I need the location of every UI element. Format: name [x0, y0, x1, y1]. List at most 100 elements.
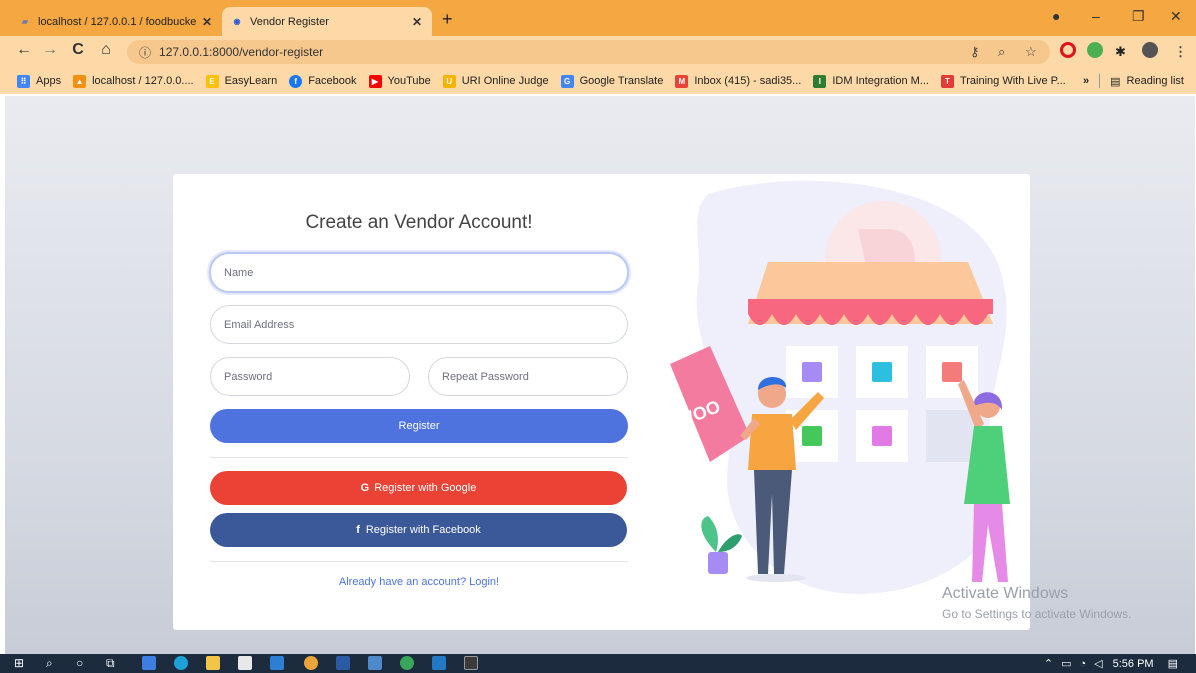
info-icon[interactable]: ⓘ — [139, 44, 151, 61]
product-cyan — [872, 362, 892, 382]
store-icon[interactable] — [238, 656, 252, 670]
reload-icon[interactable]: C — [68, 41, 88, 59]
reading-list-icon[interactable]: ▤ — [1110, 75, 1120, 88]
bookmarks-bar: ⠿ Apps ▲ localhost / 127.0.0.... E EasyLear… — [0, 68, 1196, 94]
bookmark-star-icon[interactable]: ☆ — [1025, 44, 1037, 60]
bookmark-youtube[interactable]: ▶ YouTube — [368, 74, 431, 88]
search-icon[interactable]: ⌕ — [46, 656, 60, 670]
activation-watermark-title: Activate Windows — [942, 585, 1069, 602]
bookmark-label: Training With Live P... — [959, 75, 1066, 87]
product-purple — [802, 362, 822, 382]
minimize-icon[interactable]: – — [1092, 8, 1100, 24]
divider — [210, 457, 628, 458]
volume-icon[interactable]: ◁ — [1094, 657, 1102, 670]
register-button[interactable]: Register — [210, 409, 628, 443]
mail-icon[interactable] — [270, 656, 284, 670]
notification-icon[interactable]: ▤ — [1168, 657, 1178, 670]
bookmark-gmail[interactable]: M Inbox (415) - sadi35... — [675, 74, 802, 88]
back-icon[interactable]: ← — [14, 41, 34, 59]
forward-icon[interactable]: → — [40, 41, 60, 59]
reading-list-label[interactable]: Reading list — [1127, 75, 1184, 87]
close-tab-icon[interactable]: ✕ — [410, 15, 424, 29]
facebook-label: Register with Facebook — [365, 524, 481, 536]
password-input[interactable]: Password — [210, 357, 410, 396]
battery-icon[interactable]: ▭ — [1061, 657, 1071, 670]
register-facebook-button[interactable]: f Register with Facebook — [210, 513, 627, 547]
password-placeholder: Password — [224, 370, 273, 383]
terminal-icon[interactable] — [464, 656, 478, 670]
xampp-icon[interactable] — [142, 656, 156, 670]
bookmark-label: Inbox (415) - sadi35... — [694, 75, 802, 87]
facebook-icon: f — [356, 524, 360, 536]
email-input[interactable]: Email Address — [210, 305, 628, 344]
login-link[interactable]: Already have an account? Login! — [210, 576, 628, 588]
close-tab-icon[interactable]: ✕ — [200, 15, 214, 29]
restore-icon[interactable]: ❐ — [1132, 8, 1145, 25]
windows-taskbar: ⊞ ⌕ ○ ⧉ ⌃ ▭ ◔ ◁ 5:56 PM ▤ — [0, 654, 1196, 673]
tray-chevron-icon[interactable]: ⌃ — [1044, 657, 1053, 670]
wifi-icon[interactable]: ◔ — [1080, 658, 1087, 670]
task-view-icon[interactable]: ⧉ — [106, 656, 120, 670]
bookmark-training[interactable]: T Training With Live P... — [940, 74, 1066, 88]
bookmark-label: Apps — [36, 75, 62, 87]
address-bar[interactable]: ⓘ 127.0.0.1:8000/vendor-register — [127, 40, 1050, 64]
extension-globe-icon[interactable] — [1087, 42, 1103, 58]
word-icon[interactable] — [336, 656, 350, 670]
shelf-box — [926, 410, 978, 462]
bookmark-translate[interactable]: G Google Translate — [560, 74, 664, 88]
email-placeholder: Email Address — [224, 318, 295, 331]
bookmark-label: EasyLearn — [224, 75, 278, 87]
chrome-icon[interactable] — [304, 656, 318, 670]
facebook-icon: f — [289, 74, 303, 88]
edge-icon[interactable] — [174, 656, 188, 670]
profile-icon[interactable]: ● — [1052, 8, 1060, 24]
clock[interactable]: 5:56 PM — [1113, 658, 1154, 670]
new-tab-icon[interactable]: + — [442, 9, 453, 30]
uri-icon: U — [442, 74, 456, 88]
close-window-icon[interactable]: ✕ — [1170, 8, 1182, 25]
windows-start-icon[interactable]: ⊞ — [14, 656, 28, 670]
home-icon[interactable]: ⌂ — [96, 41, 116, 59]
menu-dots-icon[interactable]: ⋮ — [1174, 44, 1187, 60]
vscode-icon[interactable] — [432, 656, 446, 670]
floor-shadow — [746, 574, 806, 582]
bookmark-localhost[interactable]: ▲ localhost / 127.0.0.... — [73, 74, 194, 88]
tab-phpmyadmin[interactable]: ▰ localhost / 127.0.0.1 / foodbucke ✕ — [10, 7, 222, 36]
bookmark-label: Google Translate — [579, 75, 664, 87]
google-label: Register with Google — [374, 482, 477, 494]
tab-title: localhost / 127.0.0.1 / foodbucke — [38, 15, 197, 28]
bookmark-easylearn[interactable]: E EasyLearn — [205, 74, 278, 88]
zoom-icon[interactable]: ⌕ — [998, 44, 1005, 60]
browser-tab-bar: ▰ localhost / 127.0.0.1 / foodbucke ✕ ◉ … — [0, 0, 1196, 36]
storefront-illustration: WOO — [670, 180, 1010, 594]
page-title: Create an Vendor Account! — [305, 212, 533, 233]
app-icon[interactable] — [368, 656, 382, 670]
repeat-password-input[interactable]: Repeat Password — [428, 357, 628, 396]
cortana-icon[interactable]: ○ — [76, 656, 90, 670]
phpmyadmin-icon: ▰ — [21, 17, 29, 26]
woman-legs — [972, 504, 1008, 582]
idm-icon: I — [813, 74, 827, 88]
product-pink — [872, 426, 892, 446]
bookmark-idm[interactable]: I IDM Integration M... — [813, 74, 929, 88]
tab-vendor-register[interactable]: ◉ Vendor Register ✕ — [222, 7, 432, 36]
bookmark-uri[interactable]: U URI Online Judge — [442, 74, 549, 88]
product-coral — [942, 362, 962, 382]
bookmark-label: Facebook — [308, 75, 357, 87]
file-explorer-icon[interactable] — [206, 656, 220, 670]
bookmark-label: localhost / 127.0.0.... — [92, 75, 194, 87]
key-icon[interactable]: ⚷ — [970, 44, 980, 60]
spotify-icon[interactable] — [400, 656, 414, 670]
bookmark-facebook[interactable]: f Facebook — [289, 74, 357, 88]
name-input[interactable]: Name — [209, 252, 629, 293]
user-avatar-icon[interactable] — [1142, 42, 1158, 58]
divider — [1099, 74, 1101, 88]
opera-icon[interactable] — [1060, 42, 1076, 58]
address-url: 127.0.0.1:8000/vendor-register — [159, 45, 324, 59]
plant-pot — [708, 552, 728, 574]
register-google-button[interactable]: G Register with Google — [210, 471, 627, 505]
bookmarks-overflow-icon[interactable]: » — [1083, 75, 1089, 87]
extensions-puzzle-icon[interactable]: ✱ — [1115, 44, 1126, 60]
register-label: Register — [398, 420, 440, 432]
bookmark-apps[interactable]: ⠿ Apps — [17, 74, 62, 88]
